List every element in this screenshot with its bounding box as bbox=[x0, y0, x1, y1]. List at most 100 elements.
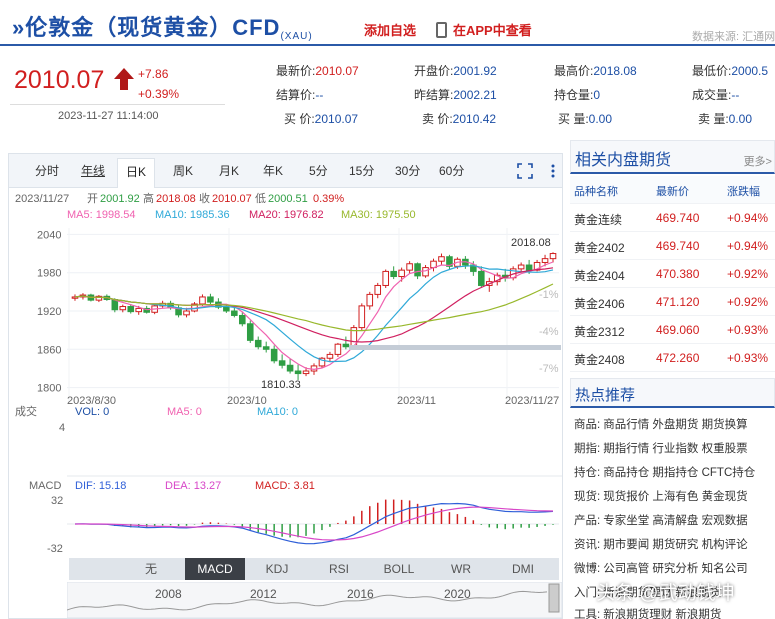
candle-body bbox=[262, 346, 270, 350]
candle-body bbox=[517, 264, 525, 270]
candle-body bbox=[382, 270, 389, 286]
candle-body bbox=[270, 348, 278, 362]
fullscreen-icon[interactable] bbox=[517, 163, 533, 179]
percent-tick: -1% bbox=[539, 289, 559, 301]
info-close-label: 收 bbox=[199, 191, 210, 205]
volume-label: 成交 bbox=[15, 404, 37, 418]
candle-body bbox=[541, 258, 549, 263]
info-close: 2010.07 bbox=[212, 193, 252, 205]
hot-recommend-title: 热点推荐 bbox=[575, 387, 636, 404]
divider bbox=[10, 104, 225, 105]
volume-axis-tick: 4 bbox=[59, 422, 65, 434]
hot-row[interactable]: 商品: 商品行情 外盘期货 期货换算 bbox=[574, 416, 775, 440]
field-volume: 成交量:-- bbox=[692, 88, 740, 102]
volume-ma5: MA5: 0 bbox=[167, 406, 202, 418]
ma20-label: MA20: 1976.82 bbox=[249, 209, 324, 221]
more-link[interactable]: 更多> bbox=[744, 153, 772, 169]
macd-label: MACD bbox=[29, 480, 61, 492]
candle-body bbox=[334, 343, 342, 355]
indicator-dmi[interactable]: DMI bbox=[493, 558, 553, 580]
tab-year-line[interactable]: 年线 bbox=[81, 162, 105, 179]
overview-scroller[interactable]: 2008 2012 2016 2020 bbox=[67, 582, 562, 618]
indicator-kdj[interactable]: KDJ bbox=[247, 558, 307, 580]
candle-body bbox=[525, 264, 533, 271]
candle-body bbox=[254, 339, 262, 348]
hot-row[interactable]: 工具: 新浪期货理财 新浪期货 bbox=[574, 606, 775, 619]
period-tabs: 分时 年线 日K 周K 月K 年K 5分 15分 30分 60分 bbox=[9, 154, 562, 188]
tab-intraday[interactable]: 分时 bbox=[35, 162, 59, 179]
hot-row[interactable]: 持仓: 商品持仓 期指持仓 CFTC持仓 bbox=[574, 464, 775, 488]
candle-body bbox=[239, 314, 246, 325]
field-high: 最高价:2018.08 bbox=[554, 64, 637, 78]
kline-chart[interactable]: 2023/11/27 开 2001.92 高 2018.08 收 2010.07… bbox=[9, 188, 562, 588]
candle-body bbox=[422, 267, 429, 277]
price-tick: 1980 bbox=[37, 268, 61, 280]
field-settle: 结算价:-- bbox=[276, 88, 324, 102]
more-vertical-icon[interactable] bbox=[545, 163, 561, 179]
tab-5min[interactable]: 5分 bbox=[309, 162, 328, 179]
hot-row[interactable]: 期指: 期指行情 行业指数 权重股票 bbox=[574, 440, 775, 464]
info-open: 2001.92 bbox=[100, 193, 140, 205]
candle-body bbox=[127, 306, 135, 313]
change-value: +7.86 bbox=[138, 67, 169, 81]
kline-chart-panel: 分时 年线 日K 周K 月K 年K 5分 15分 30分 60分 2023/11… bbox=[8, 153, 563, 619]
candle-body bbox=[223, 306, 230, 312]
ma30-label: MA30: 1975.50 bbox=[341, 209, 416, 221]
candle-body bbox=[207, 296, 214, 303]
candle-body bbox=[246, 323, 254, 341]
hot-row[interactable]: 产品: 专家坐堂 高清解盘 宏观数据 bbox=[574, 512, 775, 536]
table-row[interactable]: 黄金2404 470.380 +0.92% bbox=[570, 260, 775, 288]
candle-body bbox=[119, 306, 127, 311]
table-row[interactable]: 黄金2402 469.740 +0.94% bbox=[570, 232, 775, 260]
candle-body bbox=[342, 343, 350, 348]
quote-summary: 2010.07 +7.86 +0.39% 2023-11-27 11:14:00… bbox=[0, 52, 775, 132]
tab-monthly-k[interactable]: 月K bbox=[219, 162, 239, 179]
field-latest: 最新价:2010.07 bbox=[276, 64, 359, 78]
tab-weekly-k[interactable]: 周K bbox=[173, 162, 193, 179]
chart-grid bbox=[67, 228, 559, 404]
hot-row[interactable]: 资讯: 期市要闻 期货研究 机构评论 bbox=[574, 536, 775, 560]
data-source: 数据来源: 汇通网 bbox=[692, 31, 775, 43]
candle-body bbox=[406, 263, 413, 271]
indicator-wr[interactable]: WR bbox=[431, 558, 491, 580]
percent-tick: -7% bbox=[539, 363, 559, 375]
candle-body bbox=[478, 270, 485, 286]
tab-yearly-k[interactable]: 年K bbox=[263, 162, 283, 179]
indicator-boll[interactable]: BOLL bbox=[369, 558, 429, 580]
candle-body bbox=[278, 360, 286, 366]
high-mark: 2018.08 bbox=[511, 237, 551, 249]
overview-handle[interactable] bbox=[548, 583, 560, 613]
candle-body bbox=[414, 263, 421, 277]
tab-60min[interactable]: 60分 bbox=[439, 162, 464, 179]
volume-ma10: MA10: 0 bbox=[257, 406, 298, 418]
phone-icon bbox=[436, 22, 447, 38]
tab-15min[interactable]: 15分 bbox=[349, 162, 374, 179]
view-in-app-button[interactable]: 在APP中查看 bbox=[436, 20, 532, 39]
indicator-rsi[interactable]: RSI bbox=[309, 558, 369, 580]
table-header: 品种名称 最新价 涨跌幅 bbox=[570, 176, 775, 204]
table-row[interactable]: 黄金2408 472.260 +0.93% bbox=[570, 344, 775, 372]
date-axis: 2023/8/30 2023/10 2023/11 2023/11/27 bbox=[67, 395, 559, 407]
indicator-none[interactable]: 无 bbox=[121, 558, 181, 580]
price-axis: 2040 1980 1920 1860 1800 bbox=[37, 229, 61, 394]
low-mark: 1810.33 bbox=[261, 379, 301, 391]
indicator-macd[interactable]: MACD bbox=[185, 558, 245, 580]
right-sidebar: 相关内盘期货 更多> 品种名称 最新价 涨跌幅 黄金连续 469.740 +0.94… bbox=[570, 140, 775, 619]
table-row[interactable]: 黄金连续 469.740 +0.94% bbox=[570, 204, 775, 232]
tab-daily-k[interactable]: 日K bbox=[117, 158, 156, 188]
tab-30min[interactable]: 30分 bbox=[395, 162, 420, 179]
hot-row[interactable]: 现货: 现货报价 上海有色 黄金现货 bbox=[574, 488, 775, 512]
candlesticks bbox=[71, 252, 557, 380]
add-favorite-button[interactable]: 添加自选 bbox=[364, 20, 416, 39]
candle-body bbox=[326, 353, 334, 359]
candle-body bbox=[302, 370, 310, 375]
table-row[interactable]: 黄金2312 469.060 +0.93% bbox=[570, 316, 775, 344]
info-date: 2023/11/27 bbox=[15, 193, 69, 205]
field-bid-volume: 买 量:0.00 bbox=[558, 112, 613, 126]
up-arrow-icon bbox=[114, 68, 134, 90]
field-ask: 卖 价:2010.42 bbox=[422, 112, 497, 126]
price-tick: 1800 bbox=[37, 383, 61, 395]
candle-body bbox=[390, 270, 397, 278]
overview-year-0: 2008 bbox=[155, 587, 182, 601]
table-row[interactable]: 黄金2406 471.120 +0.92% bbox=[570, 288, 775, 316]
